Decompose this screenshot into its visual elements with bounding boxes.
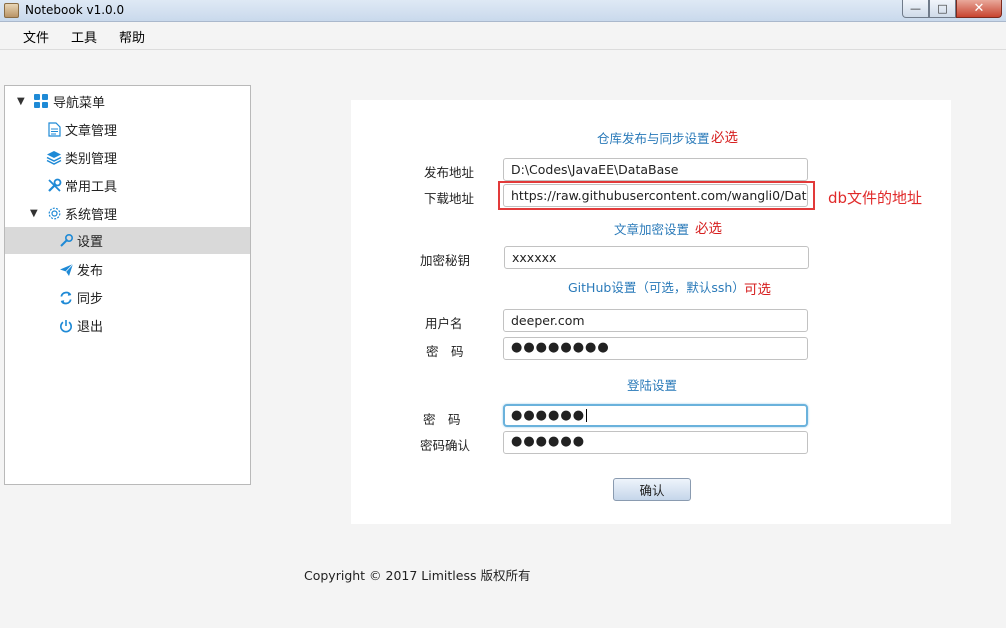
login-confirm-input[interactable]: ●●●●●● [503, 431, 808, 454]
db-file-annotation: db文件的地址 [828, 189, 923, 207]
gear-icon [46, 206, 62, 222]
expand-arrow-icon[interactable]: ▼ [17, 96, 25, 107]
copyright-footer: Copyright © 2017 Limitless 版权所有 [304, 568, 531, 583]
username-input[interactable]: deeper.com [503, 309, 808, 332]
power-icon [58, 318, 74, 334]
tree-label: 系统管理 [65, 208, 118, 223]
github-section-title: GitHub设置（可选，默认ssh） [568, 280, 745, 295]
tree-label: 同步 [77, 292, 104, 307]
grid-icon [33, 94, 49, 110]
window-controls: — □ ✕ [902, 0, 1002, 18]
title-bar: Notebook v1.0.0 — □ ✕ [0, 0, 1006, 22]
window-title: Notebook v1.0.0 [25, 3, 125, 17]
tree-item-sync[interactable]: 同步 [5, 284, 250, 311]
paper-plane-icon [58, 262, 74, 278]
confirm-button[interactable]: 确认 [613, 478, 691, 501]
github-password-input[interactable]: ●●●●●●●● [503, 337, 808, 360]
menu-bar: 文件 工具 帮助 [0, 23, 1006, 50]
navigation-tree: ▼ 导航菜单 文章管理 类别管理 常用工具 ▼ 系统管理 设置 发布 同步 退出 [4, 85, 251, 485]
encrypt-section-title: 文章加密设置 [614, 222, 690, 237]
tree-item-publish[interactable]: 发布 [5, 256, 250, 283]
tree-label: 类别管理 [65, 152, 118, 167]
tree-label: 发布 [77, 264, 104, 279]
tree-label: 设置 [77, 235, 104, 250]
tree-item-tools[interactable]: 常用工具 [5, 172, 250, 199]
sync-icon [58, 290, 74, 306]
expand-arrow-icon[interactable]: ▼ [30, 208, 38, 219]
menu-tools[interactable]: 工具 [60, 27, 108, 46]
tree-label: 退出 [77, 320, 104, 335]
tree-label: 文章管理 [65, 124, 118, 139]
minimize-button[interactable]: — [902, 0, 929, 18]
password-dots: ●●●●●● [511, 408, 586, 423]
login-confirm-label: 密码确认 [420, 438, 471, 453]
menu-file[interactable]: 文件 [12, 27, 60, 46]
encrypt-key-input[interactable]: xxxxxx [504, 246, 809, 269]
tree-item-settings[interactable]: 设置 [5, 227, 250, 254]
layers-icon [46, 150, 62, 166]
login-section-title: 登陆设置 [627, 378, 678, 393]
optional-note: 可选 [744, 282, 771, 298]
required-note: 必选 [711, 130, 738, 146]
tree-item-articles[interactable]: 文章管理 [5, 116, 250, 143]
publish-address-label: 发布地址 [424, 165, 475, 180]
publish-address-input[interactable]: D:\Codes\JavaEE\DataBase [503, 158, 808, 181]
github-password-label: 密 码 [426, 344, 464, 359]
tree-label: 常用工具 [65, 180, 118, 195]
tree-item-nav-menu[interactable]: ▼ 导航菜单 [5, 88, 250, 115]
text-caret [586, 409, 588, 422]
tools-icon [46, 178, 62, 194]
maximize-button[interactable]: □ [929, 0, 956, 18]
login-password-input[interactable]: ●●●●●● [503, 404, 808, 427]
repo-section-title: 仓库发布与同步设置 [597, 131, 710, 146]
tree-item-categories[interactable]: 类别管理 [5, 144, 250, 171]
login-password-label: 密 码 [423, 412, 461, 427]
settings-panel: 仓库发布与同步设置 必选 发布地址 D:\Codes\JavaEE\DataBa… [351, 100, 951, 524]
username-label: 用户名 [425, 316, 463, 331]
tree-item-system[interactable]: ▼ 系统管理 [5, 200, 250, 227]
wrench-icon [58, 233, 74, 249]
close-button[interactable]: ✕ [956, 0, 1002, 18]
required-note: 必选 [695, 221, 722, 237]
tree-label: 导航菜单 [53, 96, 106, 111]
document-icon [46, 122, 62, 138]
menu-help[interactable]: 帮助 [108, 27, 156, 46]
download-address-label: 下载地址 [424, 191, 475, 206]
highlight-box [498, 181, 815, 210]
tree-item-exit[interactable]: 退出 [5, 312, 250, 339]
app-icon [4, 3, 19, 18]
encrypt-key-label: 加密秘钥 [420, 253, 471, 268]
